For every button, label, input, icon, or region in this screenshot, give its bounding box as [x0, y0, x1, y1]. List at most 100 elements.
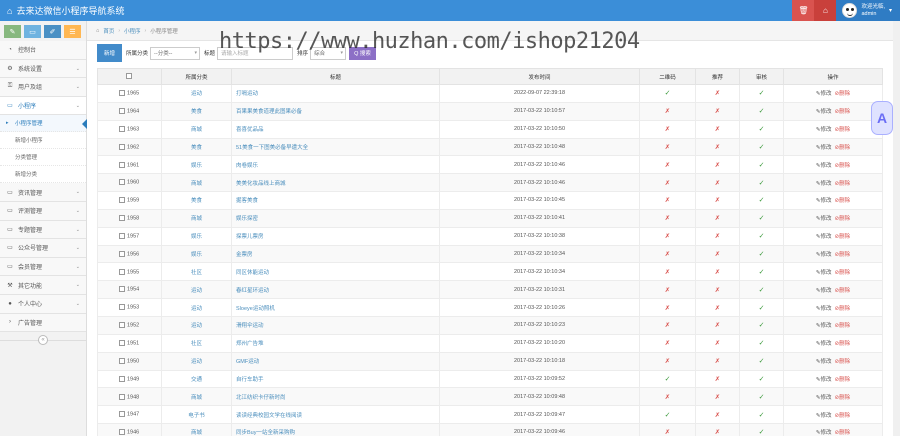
home-button[interactable]: ⌂ [814, 0, 837, 21]
title-link[interactable]: 娱乐探密 [236, 216, 258, 222]
brand[interactable]: ⌂ 去来达微信小程序导航系统 [7, 4, 124, 17]
check-icon[interactable]: ✓ [759, 162, 765, 169]
row-checkbox[interactable] [119, 197, 125, 204]
delete-button[interactable]: ⊘删除 [835, 216, 851, 222]
sidebar-item[interactable]: ▭ 评测管理 ⌄ [0, 201, 86, 221]
row-checkbox[interactable] [119, 322, 125, 329]
cross-icon[interactable]: ✗ [665, 322, 670, 329]
category-link[interactable]: 社区 [191, 270, 202, 276]
delete-button[interactable]: ⊘删除 [835, 181, 851, 187]
edit-button[interactable]: ✎修改 [816, 252, 832, 258]
sidebar-subitem[interactable]: 新增小程序 [0, 132, 86, 150]
cross-icon[interactable]: ✗ [665, 162, 670, 169]
sidebar-subitem[interactable]: 分类管理 [0, 149, 86, 167]
cross-icon[interactable]: ✗ [665, 144, 670, 151]
title-link[interactable]: 金票房 [236, 252, 253, 258]
row-checkbox[interactable] [119, 143, 125, 150]
check-icon[interactable]: ✓ [759, 322, 765, 329]
sidebar-item[interactable]: ⚿ 用户及组 ⌄ [0, 78, 86, 97]
cross-icon[interactable]: ✗ [665, 197, 670, 204]
sidebar-subitem[interactable]: 小程序管理 [0, 115, 87, 133]
edit-button[interactable]: ✎修改 [816, 430, 832, 436]
edit-button[interactable]: ✎修改 [816, 288, 832, 294]
row-checkbox[interactable] [119, 232, 125, 239]
cross-icon[interactable]: ✗ [665, 180, 670, 187]
check-icon[interactable]: ✓ [665, 412, 671, 419]
category-link[interactable]: 运动 [191, 323, 202, 329]
row-checkbox[interactable] [119, 357, 125, 364]
check-icon[interactable]: ✓ [665, 376, 671, 383]
delete-button[interactable]: ⊘删除 [835, 306, 851, 312]
cross-icon[interactable]: ✗ [665, 251, 670, 258]
check-icon[interactable]: ✓ [665, 90, 671, 97]
edit-button[interactable]: ✎修改 [816, 323, 832, 329]
sidebar-item[interactable]: ⚒ 其它功能 ⌄ [0, 276, 86, 295]
title-link[interactable]: 郑州广告堆 [236, 341, 264, 347]
edit-button[interactable]: ✎修改 [816, 163, 832, 169]
row-checkbox[interactable] [119, 179, 125, 186]
delete-button[interactable]: ⊘删除 [835, 198, 851, 204]
floating-assistant-button[interactable]: A [871, 101, 893, 135]
edit-button[interactable]: ✎修改 [816, 413, 832, 419]
check-icon[interactable]: ✓ [759, 215, 765, 222]
edit-button[interactable]: ✎修改 [816, 198, 832, 204]
collapse-sidebar-button[interactable]: « [38, 335, 48, 345]
category-link[interactable]: 社区 [191, 341, 202, 347]
cross-icon[interactable]: ✗ [715, 144, 720, 151]
title-link[interactable]: GMF运动 [236, 359, 259, 365]
category-link[interactable]: 电子书 [188, 413, 205, 419]
category-link[interactable]: 娱乐 [191, 252, 202, 258]
delete-button[interactable]: ⊘删除 [835, 288, 851, 294]
shortcut-edit-button[interactable]: ✎ [4, 25, 21, 38]
check-icon[interactable]: ✓ [759, 233, 765, 240]
delete-button[interactable]: ⊘删除 [835, 234, 851, 240]
edit-button[interactable]: ✎修改 [816, 109, 832, 115]
category-select[interactable]: --分类-- [150, 46, 201, 60]
breadcrumb-home[interactable]: 首页 [103, 27, 114, 35]
cross-icon[interactable]: ✗ [665, 287, 670, 294]
delete-button[interactable]: ⊘删除 [835, 145, 851, 151]
delete-button[interactable]: ⊘删除 [835, 91, 851, 97]
category-link[interactable]: 商城 [191, 216, 202, 222]
title-link[interactable]: Sloeye运动照机 [236, 306, 275, 312]
cross-icon[interactable]: ✗ [715, 305, 720, 312]
row-checkbox[interactable] [119, 286, 125, 293]
title-link[interactable]: 同步Buy一站全新采购购 [236, 430, 295, 436]
delete-button[interactable]: ⊘删除 [835, 359, 851, 365]
cross-icon[interactable]: ✗ [715, 269, 720, 276]
check-icon[interactable]: ✓ [759, 358, 765, 365]
edit-button[interactable]: ✎修改 [816, 181, 832, 187]
row-checkbox[interactable] [119, 375, 125, 382]
shortcut-pen-button[interactable]: ✐ [44, 25, 61, 38]
sidebar-item[interactable]: ▭ 专题管理 ⌄ [0, 220, 86, 240]
page-scrollbar[interactable] [893, 21, 900, 436]
shortcut-list-button[interactable]: ☰ [64, 25, 81, 38]
delete-button[interactable]: ⊘删除 [835, 323, 851, 329]
edit-button[interactable]: ✎修改 [816, 216, 832, 222]
cross-icon[interactable]: ✗ [715, 180, 720, 187]
sidebar-item[interactable]: ⚙ 系统设置 ⌄ [0, 59, 86, 79]
category-link[interactable]: 商城 [191, 181, 202, 187]
delete-button[interactable]: ⊘删除 [835, 341, 851, 347]
title-link[interactable]: 读读经典校园文学在线阅读 [236, 413, 302, 419]
edit-button[interactable]: ✎修改 [816, 306, 832, 312]
check-icon[interactable]: ✓ [759, 251, 765, 258]
cross-icon[interactable]: ✗ [665, 108, 670, 115]
cross-icon[interactable]: ✗ [715, 340, 720, 347]
check-icon[interactable]: ✓ [759, 108, 765, 115]
cross-icon[interactable]: ✗ [715, 394, 720, 401]
check-icon[interactable]: ✓ [759, 90, 765, 97]
category-link[interactable]: 商城 [191, 430, 202, 436]
cross-icon[interactable]: ✗ [665, 429, 670, 436]
cross-icon[interactable]: ✗ [715, 108, 720, 115]
check-icon[interactable]: ✓ [759, 287, 765, 294]
category-link[interactable]: 交通 [191, 377, 202, 383]
row-checkbox[interactable] [119, 340, 125, 346]
edit-button[interactable]: ✎修改 [816, 91, 832, 97]
cross-icon[interactable]: ✗ [715, 322, 720, 329]
title-link[interactable]: 喜喜优品品 [236, 127, 264, 133]
row-checkbox[interactable] [119, 304, 125, 311]
cross-icon[interactable]: ✗ [715, 90, 720, 97]
cross-icon[interactable]: ✗ [715, 162, 720, 169]
category-link[interactable]: 美食 [191, 198, 202, 204]
